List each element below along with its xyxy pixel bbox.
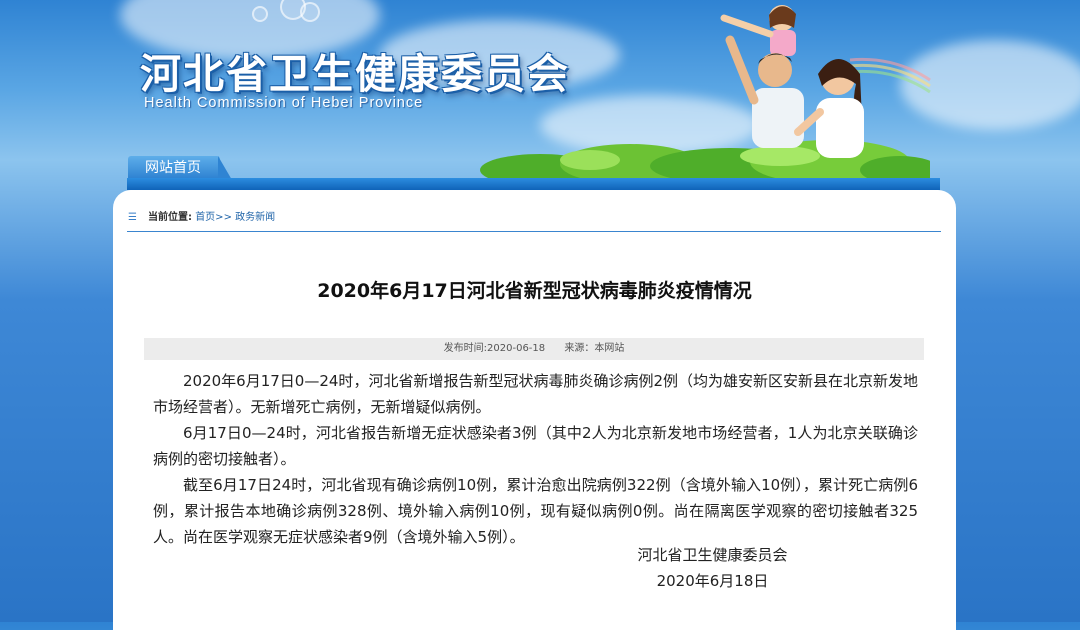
site-title: 河北省卫生健康委员会 (140, 50, 570, 98)
article-paragraph: 截至6月17日24时，河北省现有确诊病例10例，累计治愈出院病例322例（含境外… (153, 476, 918, 546)
family-illustration (720, 5, 931, 158)
breadcrumb-link-section[interactable]: 政务新闻 (235, 212, 275, 223)
bubble-decoration (300, 2, 320, 22)
article-source: 来源：本网站 (564, 343, 625, 354)
article-body: 2020年6月17日0—24时，河北省新增报告新型冠状病毒肺炎确诊病例2例（均为… (153, 368, 918, 550)
article-paragraph: 2020年6月17日0—24时，河北省新增报告新型冠状病毒肺炎确诊病例2例（均为… (153, 372, 918, 416)
breadcrumb-link-home[interactable]: 首页>> (195, 212, 232, 223)
breadcrumb: ☰ 当前位置: 首页>> 政务新闻 (128, 208, 275, 223)
article-meta-bar: 发布时间:2020-06-18 来源：本网站 (144, 338, 924, 360)
nav-bar (127, 178, 940, 190)
nav-tab-home[interactable]: 网站首页 (128, 156, 220, 180)
article-signoff: 河北省卫生健康委员会 2020年6月18日 (585, 542, 840, 594)
bubble-decoration (252, 6, 268, 22)
signoff-date: 2020年6月18日 (656, 572, 769, 590)
signoff-organization: 河北省卫生健康委员会 (637, 546, 788, 564)
site-subtitle: Health Commission of Hebei Province (144, 95, 424, 111)
list-icon: ☰ (128, 212, 137, 223)
breadcrumb-label: 当前位置: (148, 212, 192, 223)
publish-date: 发布时间:2020-06-18 (443, 343, 546, 354)
breadcrumb-divider (127, 231, 941, 232)
article-title: 2020年6月17日河北省新型冠状病毒肺炎疫情情况 (317, 280, 752, 302)
nav-tab-corner (218, 156, 232, 180)
article-paragraph: 6月17日0—24时，河北省报告新增无症状感染者3例（其中2人为北京新发地市场经… (153, 424, 918, 468)
